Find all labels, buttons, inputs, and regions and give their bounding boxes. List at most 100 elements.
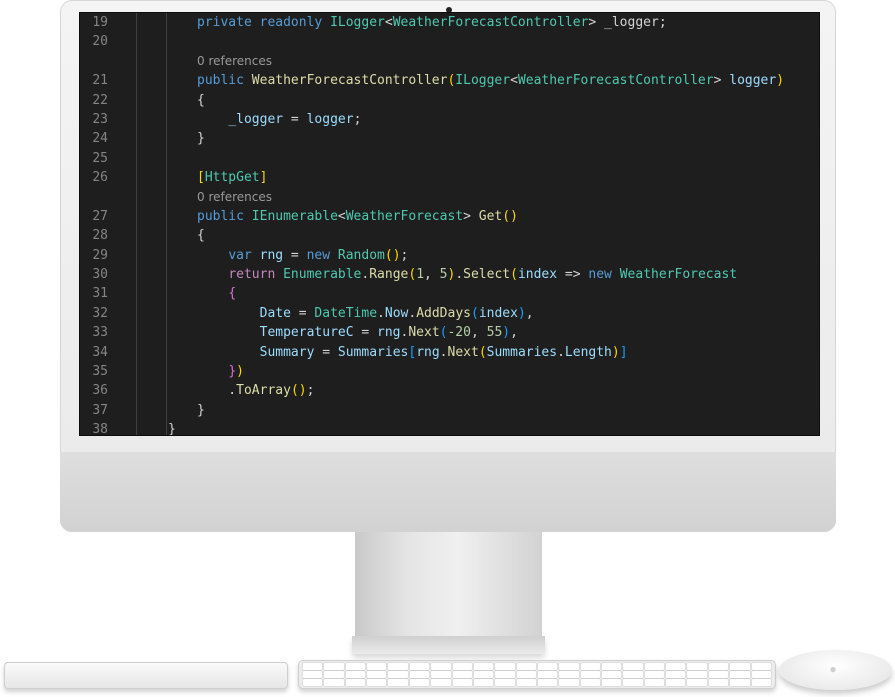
keyboard-key[interactable] xyxy=(452,679,472,686)
code-line[interactable]: 35 }) xyxy=(80,362,819,382)
keyboard-key[interactable] xyxy=(730,679,750,686)
keyboard-key[interactable] xyxy=(324,679,344,686)
keyboard-key[interactable] xyxy=(409,679,430,686)
keyboard-key[interactable] xyxy=(751,679,771,686)
keyboard-key[interactable] xyxy=(345,671,366,678)
token: ILogger xyxy=(330,15,385,30)
keyboard-key[interactable] xyxy=(303,671,323,678)
keyboard-key[interactable] xyxy=(644,671,665,678)
code-line[interactable]: 23 _logger = logger; xyxy=(80,109,819,130)
keyboard-key[interactable] xyxy=(516,679,536,686)
keyboard-key[interactable] xyxy=(516,663,536,670)
keyboard-key[interactable] xyxy=(324,663,344,670)
code-line[interactable]: 37} xyxy=(80,400,819,421)
keyboard-key[interactable] xyxy=(666,679,686,686)
keyboard-key[interactable] xyxy=(602,679,622,686)
keyboard-key[interactable] xyxy=(516,671,536,678)
code-line[interactable]: 26 [HttpGet] xyxy=(80,168,819,188)
token: Get xyxy=(478,208,503,224)
keyboard-key[interactable] xyxy=(708,679,729,686)
keyboard-key[interactable] xyxy=(751,663,771,670)
keyboard[interactable] xyxy=(298,660,776,689)
keyboard-key[interactable] xyxy=(751,671,771,678)
keyboard-key[interactable] xyxy=(388,663,408,670)
keyboard-key[interactable] xyxy=(473,679,494,686)
line-number: 20 xyxy=(92,34,108,50)
code-line[interactable]: 27 public IEnumerable<WeatherForecast> Ge… xyxy=(80,206,819,227)
keyboard-key[interactable] xyxy=(687,671,707,678)
keyboard-key[interactable] xyxy=(602,671,622,678)
code-line[interactable]: 32 Date = DateTime.Now.AddDays(index), xyxy=(80,303,819,324)
keyboard-key[interactable] xyxy=(644,679,665,686)
codelens-hint[interactable]: 0 references xyxy=(80,187,819,207)
keyboard-key[interactable] xyxy=(409,663,430,670)
keyboard-key[interactable] xyxy=(473,663,494,670)
code-line[interactable]: 33 TemperatureC = rng.Next(-20, 55), xyxy=(80,323,819,343)
keyboard-key[interactable] xyxy=(303,679,323,686)
keyboard-key[interactable] xyxy=(687,679,707,686)
mouse[interactable]: ● xyxy=(779,650,892,690)
keyboard-key[interactable] xyxy=(559,663,579,670)
keyboard-key[interactable] xyxy=(367,671,387,678)
code-line[interactable]: 30 return Enumerable.Range(1, 5).Select(… xyxy=(80,265,819,285)
codelens-references[interactable]: 0 references xyxy=(197,52,272,71)
keyboard-key[interactable] xyxy=(495,671,515,678)
keyboard-key[interactable] xyxy=(580,671,601,678)
code-editor[interactable]: 19 private readonly ILogger<WeatherForeca… xyxy=(79,12,820,436)
code-line[interactable]: 34 Summary = Summaries[rng.Next(Summarie… xyxy=(80,342,819,363)
keyboard-key[interactable] xyxy=(367,663,387,670)
keyboard-key[interactable] xyxy=(345,663,366,670)
code-line[interactable]: 21 public WeatherForecastController(ILogg… xyxy=(80,71,819,91)
keyboard-key[interactable] xyxy=(345,679,366,686)
keyboard-key[interactable] xyxy=(623,671,643,678)
code-line[interactable]: 24} xyxy=(80,129,819,149)
trackpad[interactable] xyxy=(4,662,288,689)
keyboard-key[interactable] xyxy=(644,663,665,670)
keyboard-key[interactable] xyxy=(687,663,707,670)
code-line[interactable]: 29 var rng = new Random(); xyxy=(80,245,819,266)
keyboard-key[interactable] xyxy=(431,671,451,678)
keyboard-key[interactable] xyxy=(580,663,601,670)
keyboard-key[interactable] xyxy=(388,679,408,686)
codelens-references[interactable]: 0 references xyxy=(197,188,272,207)
keyboard-key[interactable] xyxy=(303,663,323,670)
keyboard-key[interactable] xyxy=(431,679,451,686)
keyboard-key[interactable] xyxy=(559,671,579,678)
keyboard-key[interactable] xyxy=(409,671,430,678)
code-line[interactable]: 22 { xyxy=(80,90,819,110)
code-line[interactable]: 20 xyxy=(80,32,819,52)
keyboard-key[interactable] xyxy=(388,671,408,678)
keyboard-key[interactable] xyxy=(537,663,558,670)
keyboard-key[interactable] xyxy=(623,663,643,670)
keyboard-key[interactable] xyxy=(666,671,686,678)
code-area[interactable]: 19 private readonly ILogger<WeatherForeca… xyxy=(80,13,819,435)
keyboard-key[interactable] xyxy=(730,663,750,670)
keyboard-key[interactable] xyxy=(730,671,750,678)
keyboard-key[interactable] xyxy=(708,663,729,670)
keyboard-key[interactable] xyxy=(708,671,729,678)
code-line[interactable]: 36 .ToArray(); xyxy=(80,381,819,401)
code-line[interactable]: 28 { xyxy=(80,226,819,246)
keyboard-key[interactable] xyxy=(431,663,451,670)
keyboard-key[interactable] xyxy=(602,663,622,670)
keyboard-key[interactable] xyxy=(559,679,579,686)
codelens-hint[interactable]: 0 references xyxy=(80,51,819,72)
keyboard-key[interactable] xyxy=(495,663,515,670)
keyboard-key[interactable] xyxy=(324,671,344,678)
code-line[interactable]: 31 { xyxy=(80,284,819,304)
keyboard-key[interactable] xyxy=(537,671,558,678)
keyboard-key[interactable] xyxy=(580,679,601,686)
keyboard-key[interactable] xyxy=(473,671,494,678)
keyboard-key[interactable] xyxy=(452,663,472,670)
keyboard-key[interactable] xyxy=(367,679,387,686)
keyboard-key[interactable] xyxy=(666,663,686,670)
keyboard-key[interactable] xyxy=(623,679,643,686)
keyboard-key[interactable] xyxy=(495,679,515,686)
code-line[interactable]: 38} xyxy=(80,420,819,435)
code-line[interactable]: 25 xyxy=(80,148,819,169)
token: WeatherForecastController xyxy=(392,15,589,30)
keyboard-key[interactable] xyxy=(537,679,558,686)
code-line[interactable]: 19 private readonly ILogger<WeatherForeca… xyxy=(80,13,819,33)
keyboard-key[interactable] xyxy=(452,671,472,678)
